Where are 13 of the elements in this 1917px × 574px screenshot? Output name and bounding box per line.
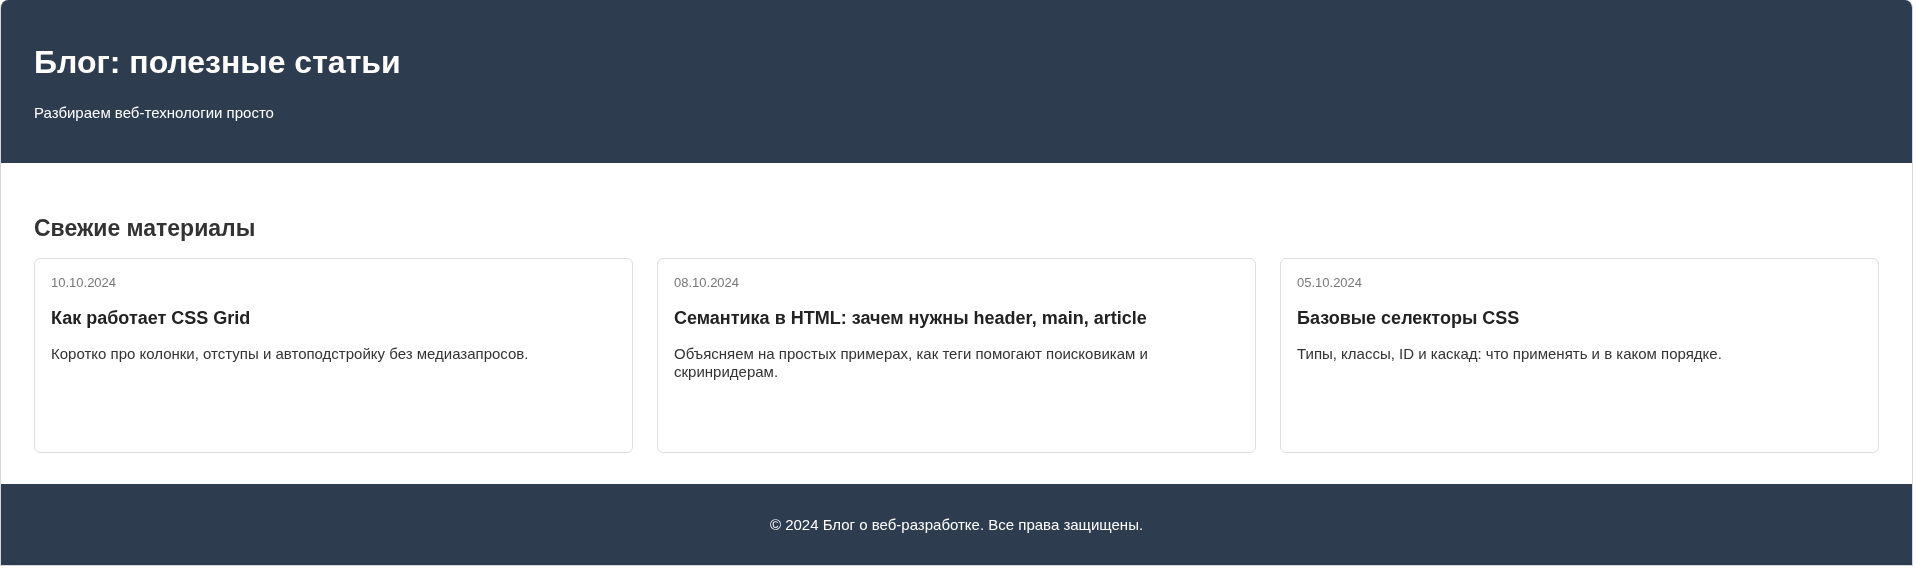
article-date: 10.10.2024 xyxy=(51,275,118,291)
article-title: Как работает CSS Grid xyxy=(51,307,252,329)
article-summary: Объясняем на простых примерах, как теги помогают поисковикам и скринридерам. xyxy=(674,345,1149,381)
article-summary: Коротко про колонки, отступы и автоподстройку без медиазапросов. xyxy=(51,345,530,363)
article-summary: Типы, классы, ID и каскад: что применять и в каком порядке. xyxy=(1297,345,1723,363)
article-date: 05.10.2024 xyxy=(1297,275,1364,291)
article-title: Семантика в HTML: зачем нужны header, main, article xyxy=(674,307,1148,329)
article-title: Базовые селекторы CSS xyxy=(1297,307,1521,329)
section-title: Свежие материалы xyxy=(34,214,257,243)
blog-title: Блог: полезные статьи xyxy=(34,43,402,82)
blog-subtitle: Разбираем веб-технологии просто xyxy=(34,104,275,122)
copyright-text: © 2024 Блог о веб-разработке. Все права защищены. xyxy=(769,516,1144,533)
article-date: 08.10.2024 xyxy=(674,275,741,291)
